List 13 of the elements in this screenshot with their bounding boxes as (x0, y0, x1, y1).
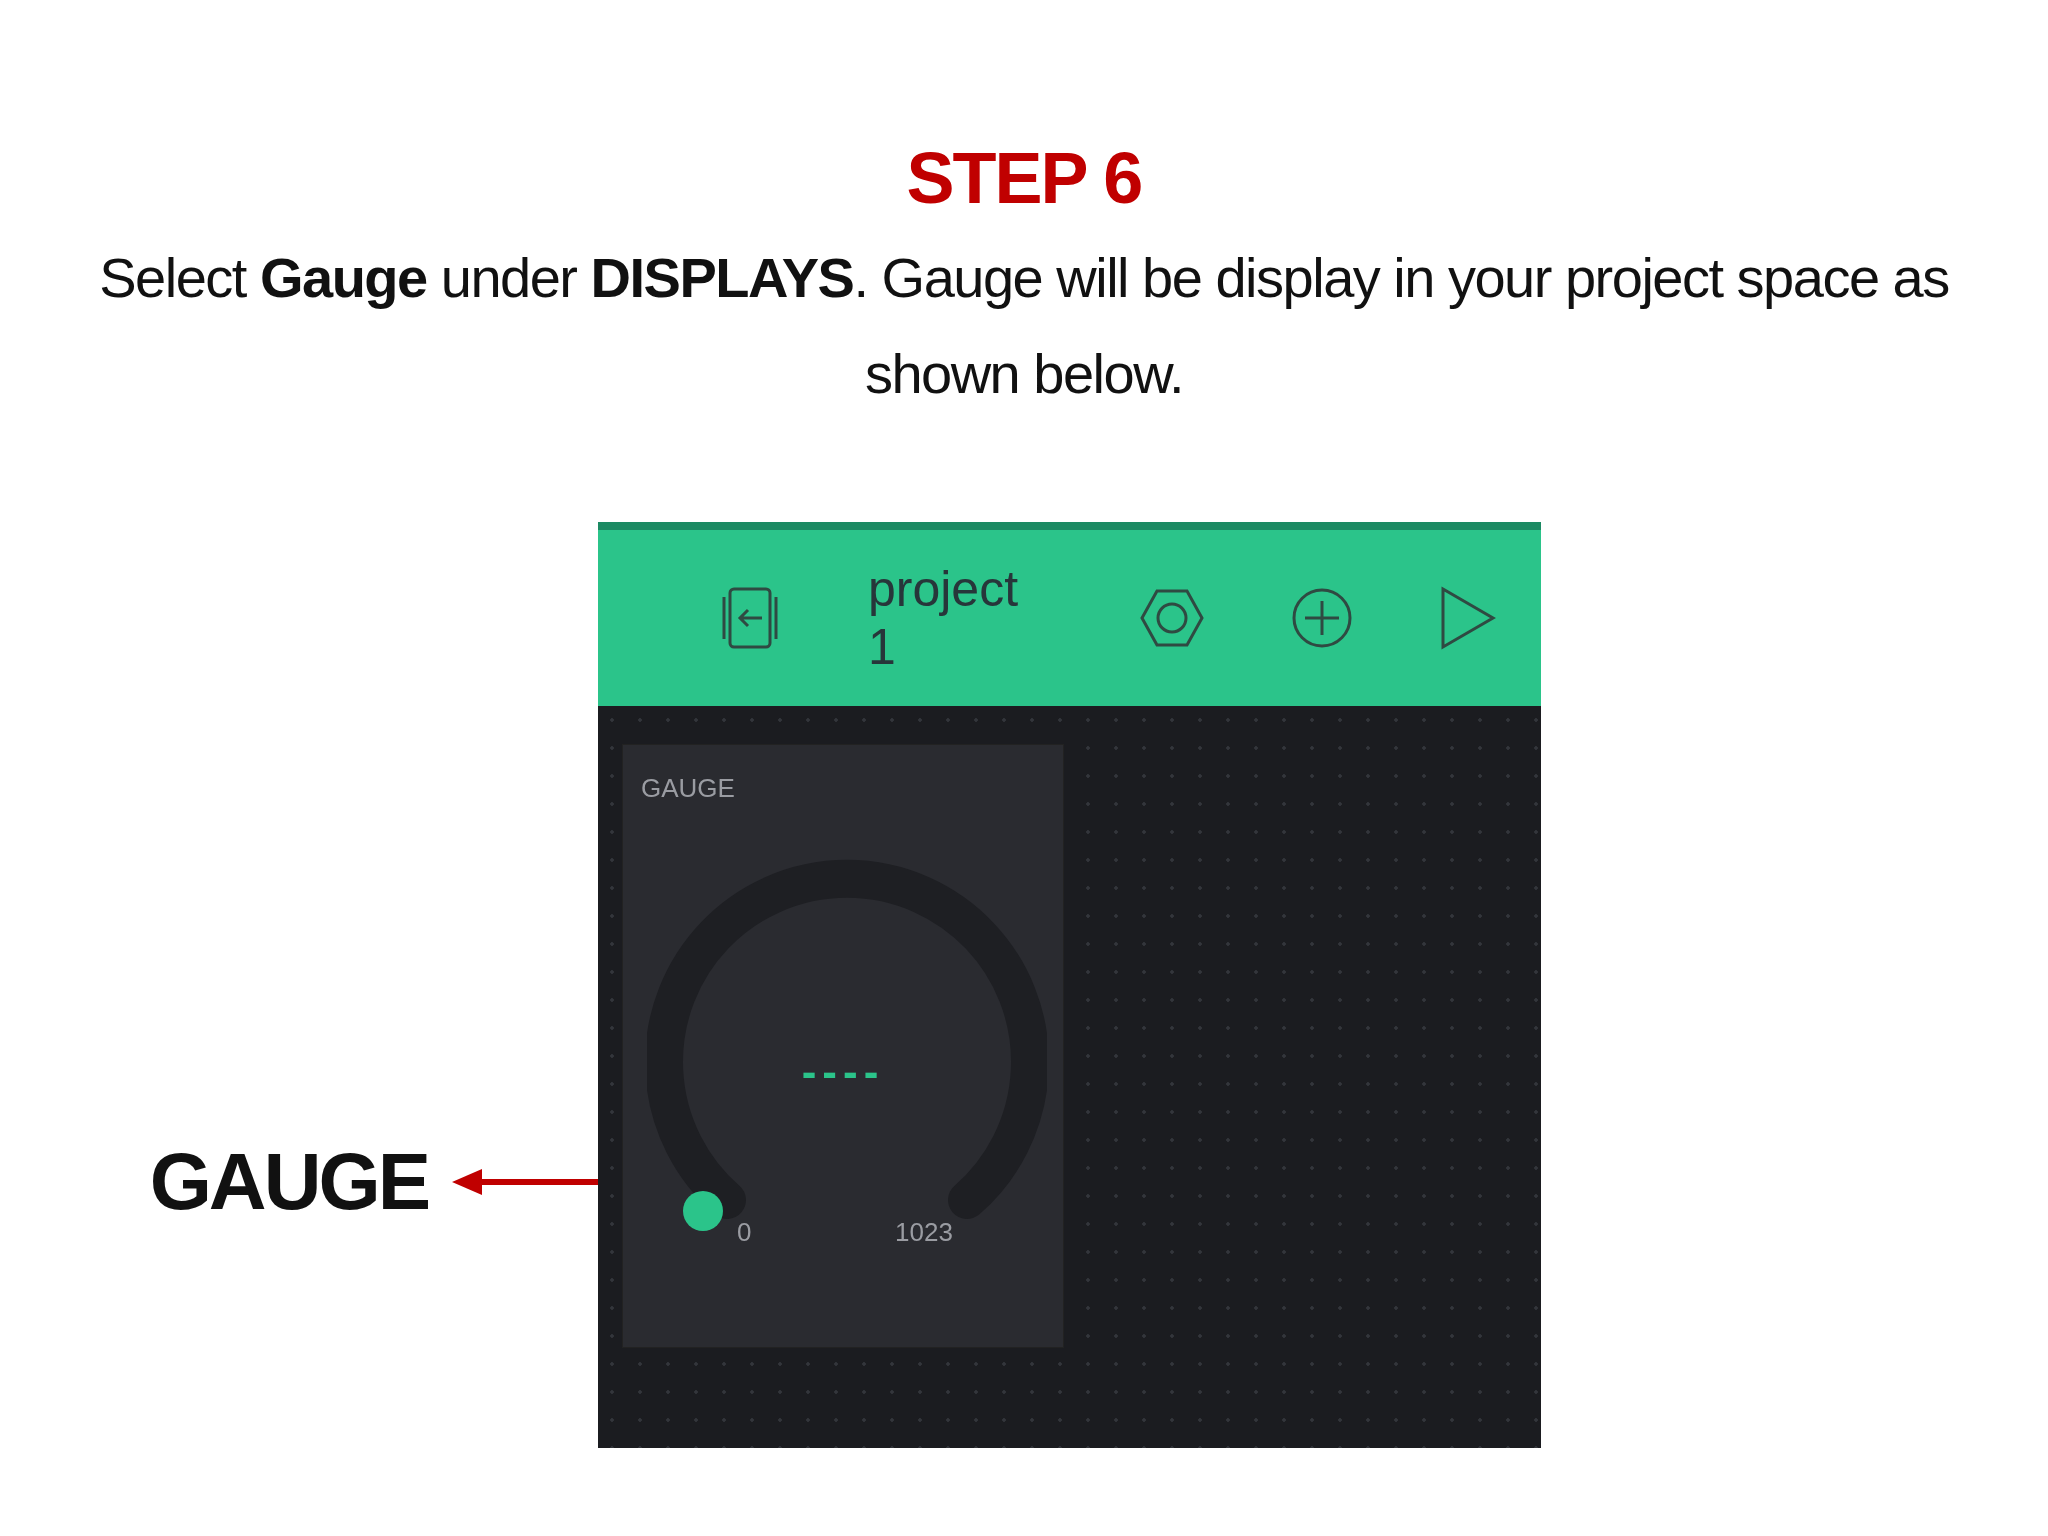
instruction-text: Select Gauge under DISPLAYS. Gauge will be display in your project space as shown below. (98, 245, 1950, 407)
widget-title: GAUGE (641, 773, 735, 804)
callout-label: GAUGE (149, 1136, 428, 1228)
step-title: STEP 6 (906, 138, 1142, 218)
project-title: project 1 (868, 560, 1020, 676)
arrow-icon (452, 1167, 598, 1197)
gauge-min: 0 (737, 1217, 752, 1248)
gauge-widget[interactable]: GAUGE ---- 0 1023 (622, 744, 1064, 1348)
gauge-max: 1023 (895, 1217, 953, 1248)
gauge-value: ---- (800, 1047, 886, 1097)
gauge-knob (683, 1191, 723, 1231)
play-icon[interactable] (1439, 585, 1497, 651)
add-icon[interactable] (1291, 587, 1353, 649)
